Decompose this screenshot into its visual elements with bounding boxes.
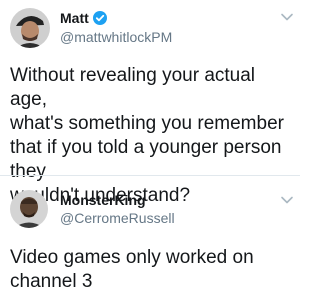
name-row: Matt [60, 10, 107, 26]
avatar[interactable] [10, 8, 50, 48]
verified-badge-icon [92, 11, 107, 25]
avatar-icon [10, 190, 48, 228]
handle[interactable]: @CerromeRussell [60, 210, 175, 226]
chevron-down-icon[interactable] [280, 12, 294, 22]
tweet-card[interactable]: MonsterKing @CerromeRussell Video games … [0, 176, 300, 297]
avatar[interactable] [10, 190, 48, 228]
tweet-card[interactable]: Matt @mattwhitlockPM Without revealing y… [0, 0, 300, 206]
display-name[interactable]: Matt [60, 10, 89, 26]
handle[interactable]: @mattwhitlockPM [60, 29, 172, 45]
name-row: MonsterKing [60, 192, 146, 208]
display-name[interactable]: MonsterKing [60, 192, 146, 208]
avatar-icon [10, 8, 50, 48]
chevron-down-icon[interactable] [280, 195, 294, 205]
tweet-text: Video games only worked on channel 3 [10, 247, 254, 292]
